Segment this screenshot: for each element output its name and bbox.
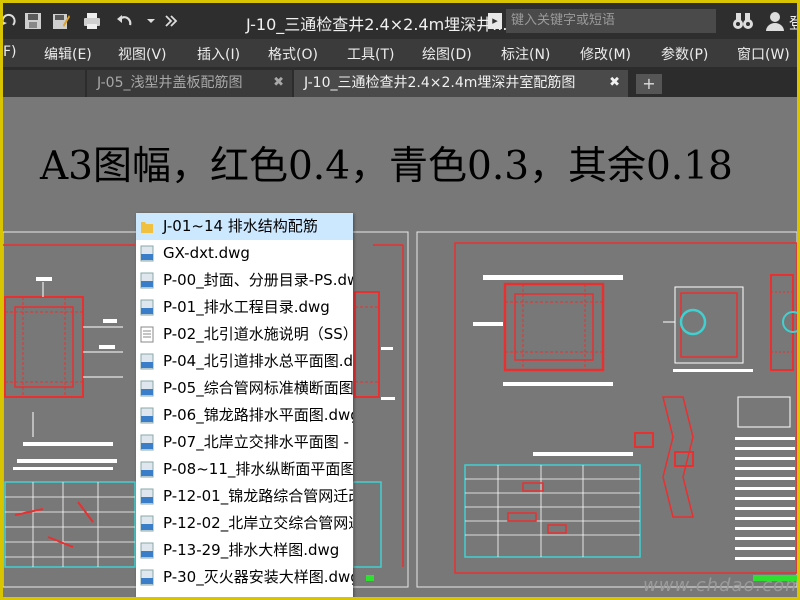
file-name: P-06_锦龙路排水平面图.dwg xyxy=(163,406,353,424)
file-item[interactable]: GX-dxt.dwg xyxy=(136,240,353,267)
menu-edit[interactable]: 编辑(E) xyxy=(44,44,92,64)
file-item[interactable]: P-30_灭火器安装大样图.dwg xyxy=(136,564,353,591)
menu-file[interactable]: F) xyxy=(3,44,17,60)
file-item[interactable]: P-05_综合管网标准横断面图 xyxy=(136,375,353,402)
redo-icon[interactable] xyxy=(3,11,19,31)
dwg-file-icon xyxy=(140,542,154,559)
watermark: www.chdao.com xyxy=(643,575,797,596)
document-tab-bar: J-05_浅型井盖板配筋图 ✖ J-10_三通检查井2.4×2.4m埋深井室配筋… xyxy=(3,67,797,97)
file-item[interactable]: P-02_北引道水施说明（SS） xyxy=(136,321,353,348)
title-bar: J-10_三通检查井2.4×2.4m埋深井... ▸ 键入关键字或短语 登 xyxy=(3,3,797,39)
cad-window: J-10_三通检查井2.4×2.4m埋深井... ▸ 键入关键字或短语 登 F)… xyxy=(3,3,797,597)
print-icon[interactable] xyxy=(82,11,102,31)
dwg-file-icon xyxy=(140,380,154,397)
dwg-file-icon xyxy=(140,461,154,478)
tab-j10[interactable]: J-10_三通检查井2.4×2.4m埋深井室配筋图 ✖ xyxy=(294,70,628,97)
menu-parameter[interactable]: 参数(P) xyxy=(661,44,708,64)
undo-icon[interactable] xyxy=(114,11,134,31)
dwg-file-icon xyxy=(140,272,154,289)
menu-modify[interactable]: 修改(M) xyxy=(580,44,631,64)
file-item[interactable]: P-04_北引道排水总平面图.dwg xyxy=(136,348,353,375)
menu-draw[interactable]: 绘图(D) xyxy=(422,44,472,64)
menu-tools[interactable]: 工具(T) xyxy=(347,44,394,64)
rebar-plan-right xyxy=(473,274,797,386)
file-name: P-30_灭火器安装大样图.dwg xyxy=(163,568,353,586)
save-as-icon[interactable] xyxy=(51,11,71,31)
file-item[interactable]: P-06_锦龙路排水平面图.dwg xyxy=(136,402,353,429)
rebar-details-right xyxy=(464,396,795,560)
file-item[interactable]: P-08~11_排水纵断面平面图 xyxy=(136,456,353,483)
dwg-file-icon xyxy=(140,245,154,262)
dropdown-arrow-icon[interactable] xyxy=(141,11,161,31)
dwg-file-icon xyxy=(140,299,154,316)
frame-red-right xyxy=(454,242,797,574)
file-name: P-12-02_北岸立交综合管网迁改 xyxy=(163,514,353,532)
menu-insert[interactable]: 插入(I) xyxy=(197,44,240,64)
dwg-file-icon xyxy=(140,353,154,370)
file-name: P-12-01_锦龙路综合管网迁改 xyxy=(163,487,353,505)
file-item[interactable]: P-12-01_锦龙路综合管网迁改 xyxy=(136,483,353,510)
dwg-file-icon xyxy=(140,434,154,451)
file-item[interactable]: P-00_封面、分册目录-PS.dwg xyxy=(136,267,353,294)
file-item[interactable]: P-01_排水工程目录.dwg xyxy=(136,294,353,321)
file-item[interactable]: P-07_北岸立交排水平面图 - 2 xyxy=(136,429,353,456)
file-name: GX-dxt.dwg xyxy=(163,244,250,262)
close-icon[interactable]: ✖ xyxy=(609,70,620,96)
folder-icon xyxy=(141,222,153,233)
binoculars-icon[interactable] xyxy=(732,10,754,32)
file-name: P-05_综合管网标准横断面图 xyxy=(163,379,353,397)
save-icon[interactable] xyxy=(23,11,43,31)
search-input[interactable]: 键入关键字或短语 xyxy=(506,9,716,33)
file-item[interactable]: P-13-29_排水大样图.dwg xyxy=(136,537,353,564)
file-name: P-01_排水工程目录.dwg xyxy=(163,298,330,316)
file-name: P-04_北引道排水总平面图.dwg xyxy=(163,352,353,370)
menu-window[interactable]: 窗口(W) xyxy=(737,44,790,64)
file-name: P-02_北引道水施说明（SS） xyxy=(163,325,353,343)
cad-drawing xyxy=(3,231,797,588)
rebar-section-left-2 xyxy=(354,291,395,400)
file-name: P-08~11_排水纵断面平面图 xyxy=(163,460,353,478)
menu-view[interactable]: 视图(V) xyxy=(118,44,167,64)
sheet-border-right xyxy=(416,231,797,588)
menu-bar: F) 编辑(E) 视图(V) 插入(I) 格式(O) 工具(T) 绘图(D) 标… xyxy=(3,39,797,67)
menu-dimension[interactable]: 标注(N) xyxy=(501,44,550,64)
file-list: J-01~14 排水结构配筋 GX-dxt.dwg P-00_封面、分册目录-P… xyxy=(136,213,353,597)
file-item[interactable]: P-12-02_北岸立交综合管网迁改 xyxy=(136,510,353,537)
drawing-canvas[interactable]: A3图幅，红色0.4，青色0.3，其余0.18 www.chdao.com J-… xyxy=(3,97,797,597)
sign-in-label[interactable]: 登 xyxy=(789,12,797,33)
dwg-file-icon xyxy=(140,488,154,505)
user-icon[interactable] xyxy=(764,10,786,32)
close-icon[interactable]: ✖ xyxy=(273,70,284,96)
menu-format[interactable]: 格式(O) xyxy=(268,44,318,64)
dwg-file-icon xyxy=(140,569,154,586)
tab-placeholder xyxy=(3,70,85,97)
dwg-file-icon xyxy=(140,407,154,424)
document-file-icon xyxy=(140,326,154,343)
file-name: P-07_北岸立交排水平面图 - 2 xyxy=(163,433,353,451)
new-tab-button[interactable]: + xyxy=(636,74,662,94)
window-title: J-10_三通检查井2.4×2.4m埋深井... xyxy=(246,15,508,34)
title-expand-button[interactable]: ▸ xyxy=(488,13,502,29)
tab-j05[interactable]: J-05_浅型井盖板配筋图 ✖ xyxy=(87,70,292,97)
file-name: P-13-29_排水大样图.dwg xyxy=(163,541,340,559)
file-name: P-00_封面、分册目录-PS.dwg xyxy=(163,271,353,289)
tab-label: J-10_三通检查井2.4×2.4m埋深井室配筋图 xyxy=(304,75,576,91)
green-marker xyxy=(366,575,374,581)
file-item-folder[interactable]: J-01~14 排水结构配筋 xyxy=(136,213,353,240)
file-name: J-01~14 排水结构配筋 xyxy=(163,217,318,235)
rebar-section-left xyxy=(4,277,123,470)
tab-label: J-05_浅型井盖板配筋图 xyxy=(97,75,243,91)
dwg-file-icon xyxy=(140,515,154,532)
more-commands-icon[interactable] xyxy=(161,11,181,31)
